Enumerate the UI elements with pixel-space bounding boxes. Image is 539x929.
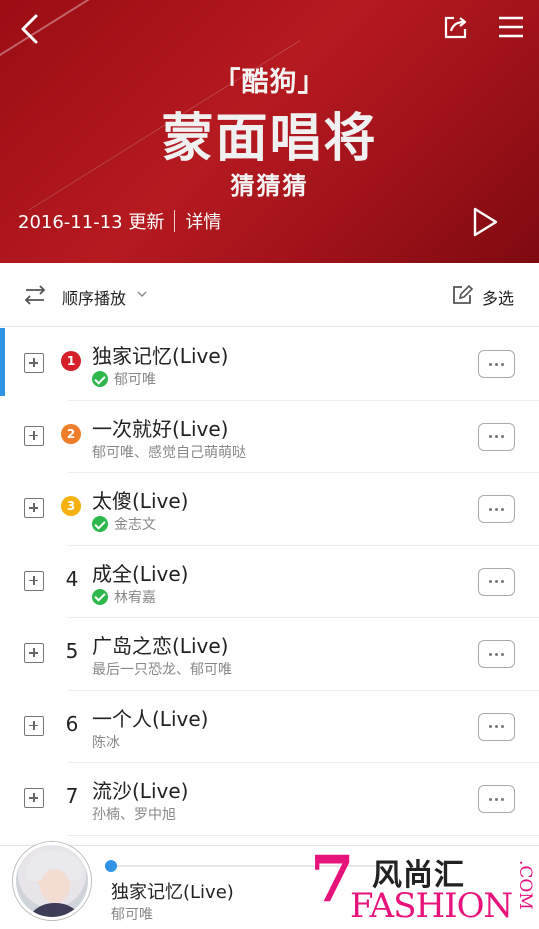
song-artist-row: 陈冰	[92, 732, 120, 752]
now-playing-title: 独家记忆(Live)	[111, 882, 234, 903]
song-row[interactable]: 3 太傻(Live) 金志文	[0, 473, 539, 546]
song-artist-row: 最后一只恐龙、郁可唯	[92, 659, 232, 679]
song-artist-row: 孙楠、罗中旭	[92, 804, 176, 824]
album-tagline: 猜猜猜	[230, 172, 309, 200]
artist-avatar[interactable]	[13, 842, 91, 920]
album-title: 蒙面唱将	[161, 109, 378, 169]
verified-icon	[92, 588, 108, 605]
sequence-play-icon[interactable]	[24, 285, 46, 305]
list-toolbar: 顺序播放 多选	[0, 263, 539, 327]
more-options-button[interactable]	[478, 640, 515, 668]
more-options-button[interactable]	[478, 712, 515, 741]
more-options-button[interactable]	[478, 350, 515, 378]
rank-number: 4	[65, 566, 79, 591]
song-row[interactable]: 1 独家记忆(Live) 郁可唯	[0, 328, 539, 401]
app-screen: 「酷狗」 蒙面唱将 猜猜猜 2016-11-13 更新 详情 顺序播放 多选 1…	[0, 0, 539, 929]
update-date: 2016-11-13 更新	[18, 212, 165, 233]
song-artist: 林宥嘉	[114, 589, 156, 606]
song-title: 独家记忆(Live)	[92, 344, 229, 368]
rank-number: 5	[65, 639, 79, 663]
more-options-button[interactable]	[478, 422, 515, 451]
add-icon[interactable]	[24, 570, 44, 591]
song-row[interactable]: 5 广岛之恋(Live) 最后一只恐龙、郁可唯	[0, 618, 539, 691]
watermark-digit: 7	[310, 842, 355, 917]
song-row[interactable]: 2 一次就好(Live) 郁可唯、感觉自己萌萌哒	[0, 401, 539, 473]
more-options-button[interactable]	[478, 495, 515, 523]
verified-icon	[92, 371, 108, 387]
multi-select-button[interactable]: 多选	[482, 285, 514, 309]
rank-badge: 2	[61, 423, 81, 444]
song-title: 广岛之恋(Live)	[92, 634, 229, 658]
brand-subtitle: 「酷狗」	[213, 67, 326, 98]
song-row[interactable]: 4 成全(Live) 林宥嘉	[0, 546, 539, 618]
more-options-button[interactable]	[478, 567, 515, 596]
song-title: 流沙(Live)	[92, 779, 189, 803]
watermark-com: .COM	[515, 860, 535, 910]
update-info: 2016-11-13 更新 详情	[18, 208, 221, 234]
share-icon[interactable]	[442, 13, 470, 41]
add-icon[interactable]	[24, 498, 44, 518]
more-options-button[interactable]	[478, 785, 515, 813]
song-artist: 郁可唯、感觉自己萌萌哒	[92, 444, 246, 461]
watermark-en: FASHION	[350, 886, 513, 926]
song-artist-row: 郁可唯	[92, 369, 156, 389]
add-icon[interactable]	[24, 353, 44, 373]
verified-icon	[92, 516, 108, 532]
song-row[interactable]: 7 流沙(Live) 孙楠、罗中旭	[0, 763, 539, 836]
add-icon[interactable]	[24, 788, 44, 808]
menu-icon[interactable]	[497, 14, 525, 40]
edit-icon[interactable]	[451, 284, 473, 306]
divider	[174, 210, 176, 232]
rank-badge: 1	[61, 351, 81, 371]
song-artist: 金志文	[114, 517, 156, 533]
row-divider	[68, 834, 539, 836]
song-title: 成全(Live)	[92, 561, 189, 586]
song-artist: 孙楠、罗中旭	[92, 807, 176, 823]
play-order-label[interactable]: 顺序播放	[62, 285, 126, 309]
rank-badge: 3	[61, 496, 81, 516]
add-icon[interactable]	[24, 425, 44, 446]
song-artist-row: 郁可唯、感觉自己萌萌哒	[92, 442, 246, 462]
watermark-logo: 7 风尚汇 FASHION .COM	[310, 842, 538, 927]
progress-handle[interactable]	[105, 860, 117, 872]
now-playing-artist: 郁可唯	[111, 907, 153, 923]
avatar-face	[40, 869, 70, 903]
song-title: 一个人(Live)	[92, 706, 209, 731]
song-artist-row: 林宥嘉	[92, 587, 156, 607]
song-artist: 郁可唯	[114, 372, 156, 388]
song-artist: 陈冰	[92, 734, 120, 751]
song-artist-row: 金志文	[92, 514, 156, 534]
song-row[interactable]: 6 一个人(Live) 陈冰	[0, 691, 539, 763]
song-artist: 最后一只恐龙、郁可唯	[92, 662, 232, 678]
song-list: 1 独家记忆(Live) 郁可唯 2 一次就好(Live) 郁可唯、感觉自己萌萌…	[0, 328, 539, 836]
add-icon[interactable]	[24, 715, 44, 736]
album-banner: 「酷狗」 蒙面唱将 猜猜猜 2016-11-13 更新 详情	[0, 0, 539, 263]
back-icon[interactable]	[16, 12, 46, 46]
add-icon[interactable]	[24, 643, 44, 663]
play-all-icon[interactable]	[470, 206, 500, 238]
chevron-down-icon[interactable]	[136, 289, 148, 299]
rank-number: 7	[65, 784, 79, 808]
rank-number: 6	[65, 711, 79, 736]
svg-text:.COM: .COM	[515, 860, 535, 910]
song-title: 一次就好(Live)	[92, 416, 229, 441]
details-link[interactable]: 详情	[185, 208, 221, 234]
song-title: 太傻(Live)	[92, 489, 189, 513]
